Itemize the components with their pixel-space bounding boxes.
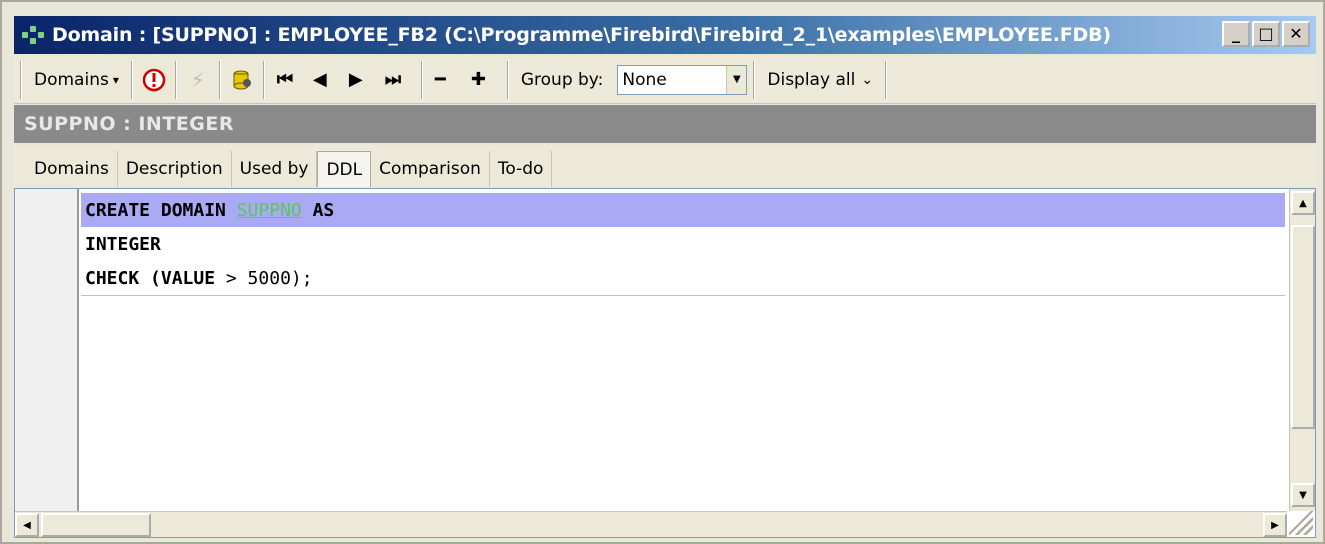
toolbar-grip: [20, 60, 22, 99]
tab-comparison[interactable]: Comparison: [371, 151, 490, 187]
toolbar-separator: [753, 60, 756, 99]
code-line: INTEGER: [81, 227, 1285, 261]
group-by-select[interactable]: None ▼: [617, 64, 748, 95]
chevron-down-icon: ⌄: [861, 71, 874, 88]
tab-used-by[interactable]: Used by: [232, 151, 318, 187]
chevron-down-icon[interactable]: ▼: [726, 65, 747, 94]
tab-description[interactable]: Description: [118, 151, 232, 187]
horizontal-scrollbar[interactable]: ◀ ▶: [15, 511, 1287, 537]
keyword: CREATE DOMAIN: [85, 199, 237, 221]
domain-icon: [20, 24, 46, 46]
error-icon[interactable]: [139, 65, 169, 95]
group-by-value: None: [622, 69, 667, 90]
keyword: CHECK (VALUE: [85, 267, 216, 289]
toolbar-separator: [218, 60, 221, 99]
chevron-down-icon: ▾: [112, 72, 119, 87]
vertical-scrollbar[interactable]: ▲ ▼: [1289, 189, 1315, 511]
keyword: INTEGER: [85, 233, 161, 255]
title-bar[interactable]: Domain : [SUPPNO] : EMPLOYEE_FB2 (C:\Pro…: [14, 16, 1316, 54]
first-record-button[interactable]: ⏮: [271, 61, 307, 99]
code-line: CHECK (VALUE > 5000);: [81, 261, 1285, 295]
database-icon[interactable]: [227, 65, 257, 95]
tab-to-do[interactable]: To-do: [490, 151, 553, 187]
code-text: > 5000);: [215, 267, 313, 289]
plus-button[interactable]: ✚: [465, 61, 501, 99]
minus-button[interactable]: ━: [429, 61, 465, 99]
ddl-editor[interactable]: CREATE DOMAIN SUPPNO AS INTEGER CHECK (V…: [14, 188, 1316, 538]
window-title: Domain : [SUPPNO] : EMPLOYEE_FB2 (C:\Pro…: [52, 24, 1111, 46]
keyword: AS: [301, 199, 335, 221]
object-header: SUPPNO : INTEGER: [14, 105, 1316, 143]
tab-strip: Domains Description Used by DDL Comparis…: [14, 145, 1316, 187]
scroll-right-button[interactable]: ▶: [1263, 513, 1287, 537]
tab-ddl[interactable]: DDL: [317, 151, 372, 187]
scroll-down-button[interactable]: ▼: [1291, 483, 1315, 507]
tab-domains[interactable]: Domains: [26, 151, 118, 187]
next-record-button[interactable]: ▶: [343, 61, 379, 99]
toolbar-separator: [262, 60, 265, 99]
ddl-code[interactable]: CREATE DOMAIN SUPPNO AS INTEGER CHECK (V…: [81, 193, 1285, 295]
domain-editor-window: Domain : [SUPPNO] : EMPLOYEE_FB2 (C:\Pro…: [0, 0, 1325, 544]
domains-label: Domains: [34, 69, 109, 90]
toolbar: Domains ▾ ⚡ ⏮ ◀ ▶ ⏭ ━ ✚ Group by: None ▼…: [14, 56, 1316, 104]
display-all-label: Display all: [767, 69, 856, 90]
toolbar-separator: [174, 60, 177, 99]
scroll-up-button[interactable]: ▲: [1291, 191, 1315, 215]
close-button[interactable]: ✕: [1282, 21, 1310, 47]
toolbar-separator: [130, 60, 133, 99]
code-line: CREATE DOMAIN SUPPNO AS: [81, 193, 1285, 227]
horizontal-scroll-thumb[interactable]: [41, 513, 151, 537]
toolbar-separator: [420, 60, 423, 99]
divider: [81, 295, 1285, 296]
display-all-button[interactable]: Display all ⌄: [761, 61, 879, 99]
minimize-button[interactable]: _: [1222, 21, 1250, 47]
last-record-button[interactable]: ⏭: [379, 61, 415, 99]
maximize-button[interactable]: □: [1252, 21, 1280, 47]
editor-gutter: [15, 189, 79, 511]
toolbar-separator: [885, 60, 888, 99]
scroll-left-button[interactable]: ◀: [15, 513, 39, 537]
domains-dropdown-button[interactable]: Domains ▾: [28, 61, 125, 99]
resize-grip-icon[interactable]: [1289, 511, 1313, 535]
vertical-scroll-thumb[interactable]: [1291, 225, 1315, 429]
group-by-label: Group by:: [520, 69, 604, 90]
lightning-icon[interactable]: ⚡: [183, 65, 213, 95]
toolbar-separator: [506, 60, 509, 99]
previous-record-button[interactable]: ◀: [307, 61, 343, 99]
domain-identifier: SUPPNO: [236, 199, 302, 221]
